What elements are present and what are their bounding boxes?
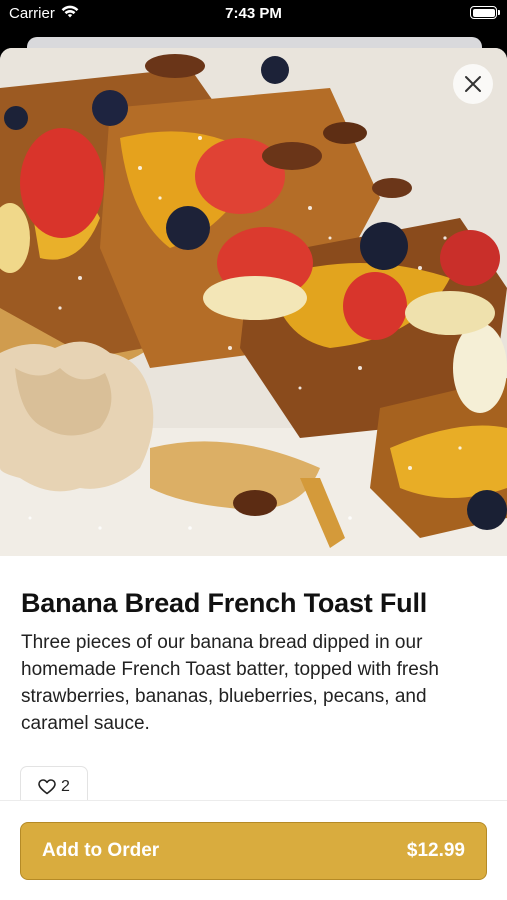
- add-to-order-button[interactable]: Add to Order $12.99: [20, 822, 487, 880]
- status-time: 7:43 PM: [225, 5, 282, 22]
- item-description: Three pieces of our banana bread dipped …: [21, 632, 439, 734]
- add-to-order-label: Add to Order: [42, 840, 160, 861]
- item-info: Banana Bread French Toast Full Three pie…: [21, 588, 487, 737]
- order-footer: Add to Order $12.99: [0, 800, 507, 900]
- battery-icon: [470, 6, 500, 19]
- item-detail-sheet: Banana Bread French Toast Full Three pie…: [0, 48, 507, 900]
- status-bar: Carrier 7:43 PM: [0, 0, 507, 28]
- close-icon: [465, 76, 481, 92]
- order-price: $12.99: [406, 840, 465, 861]
- close-button[interactable]: [453, 64, 493, 104]
- item-title: Banana Bread French Toast Full: [21, 588, 428, 618]
- item-photo: [0, 48, 507, 556]
- heart-outline-icon: [38, 778, 56, 794]
- like-count: 2: [61, 777, 70, 795]
